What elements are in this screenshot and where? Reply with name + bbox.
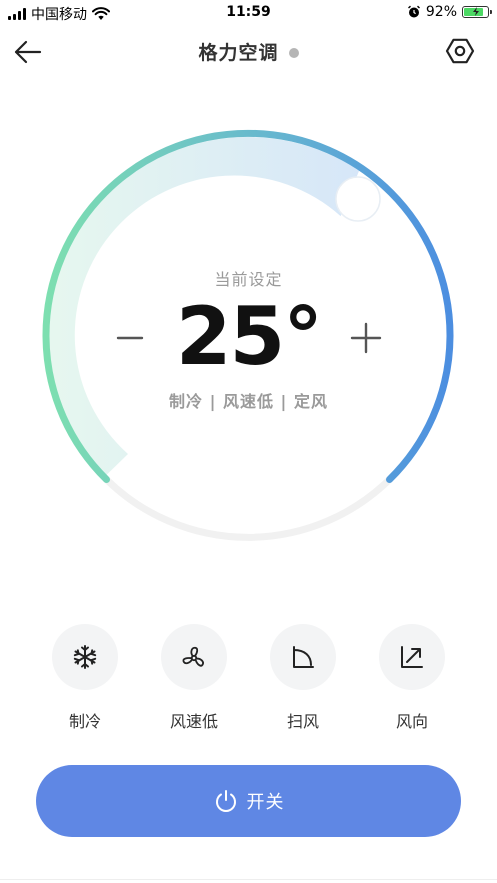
wind-direction-button[interactable]: 风向 <box>379 624 445 732</box>
header: 格力空调 <box>0 30 497 74</box>
battery-icon <box>462 6 492 18</box>
mode-summary: 制冷 | 风速低 | 定风 <box>169 392 328 411</box>
dial-label: 当前设定 <box>214 270 283 289</box>
power-icon <box>215 790 236 812</box>
settings-hexagon-icon <box>445 38 475 64</box>
bottom-divider <box>0 879 497 880</box>
connection-status-dot <box>288 47 299 58</box>
minus-icon <box>116 336 144 340</box>
control-label: 风向 <box>395 712 428 731</box>
page-title: 格力空调 <box>198 42 279 64</box>
control-circle <box>161 624 227 690</box>
temperature-dial <box>42 129 454 541</box>
sweep-icon <box>293 646 314 668</box>
status-right: 92% <box>407 4 492 20</box>
mode-cool-button[interactable]: 制冷 <box>52 624 118 732</box>
increase-temperature-button[interactable] <box>348 320 384 356</box>
power-button[interactable]: 开关 <box>36 765 461 837</box>
sweep-button[interactable]: 扫风 <box>270 624 336 732</box>
control-circle <box>52 624 118 690</box>
control-label: 制冷 <box>68 712 101 731</box>
control-circle <box>379 624 445 690</box>
direction-arrow-icon <box>401 646 423 668</box>
control-label: 扫风 <box>286 712 319 731</box>
fan-icon <box>182 646 204 667</box>
decrease-temperature-button[interactable] <box>112 324 148 352</box>
settings-button[interactable] <box>445 36 475 66</box>
plus-icon <box>350 322 382 354</box>
status-bar: 中国移动 11:59 92% <box>0 0 497 26</box>
alarm-icon <box>407 5 420 18</box>
power-label: 开关 <box>246 792 285 813</box>
snowflake-icon <box>73 645 97 669</box>
temperature-value: 25° <box>175 290 323 383</box>
control-circle <box>270 624 336 690</box>
battery-percent: 92% <box>425 4 457 20</box>
title-wrap: 格力空调 <box>0 38 497 65</box>
dial-track <box>103 476 393 541</box>
fan-speed-button[interactable]: 风速低 <box>161 624 227 732</box>
control-label: 风速低 <box>169 712 218 731</box>
dial-handle <box>335 176 381 222</box>
